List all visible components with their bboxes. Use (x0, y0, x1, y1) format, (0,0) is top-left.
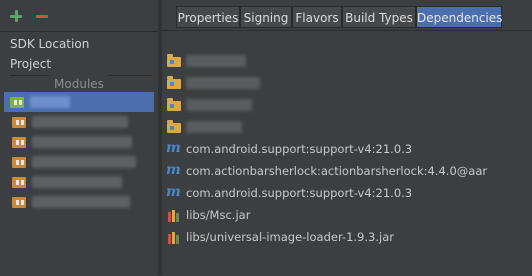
module-folder-icon (166, 75, 182, 91)
jar-icon (166, 229, 182, 245)
dependency-name (186, 99, 252, 111)
dependency-row[interactable] (166, 95, 516, 115)
tab-signing[interactable]: Signing (240, 6, 292, 28)
dependency-label: com.actionbarsherlock:actionbarsherlock:… (186, 164, 488, 178)
dependency-label: libs/universal-image-loader-1.9.3.jar (186, 230, 394, 244)
tab-build-types[interactable]: Build Types (342, 6, 416, 28)
left-toolbar (8, 8, 56, 28)
module-folder-icon (166, 97, 182, 113)
minus-icon[interactable] (34, 8, 50, 24)
module-item[interactable] (4, 92, 154, 112)
dependency-name (186, 55, 246, 67)
dependency-row[interactable]: libs/universal-image-loader-1.9.3.jar (166, 227, 516, 247)
module-folder-icon (166, 53, 182, 69)
module-item[interactable] (6, 172, 154, 192)
module-icon (12, 175, 28, 189)
dependency-row[interactable] (166, 117, 516, 137)
module-item[interactable] (6, 152, 154, 172)
module-item[interactable] (6, 192, 154, 212)
jar-icon (166, 207, 182, 223)
module-name (30, 96, 70, 108)
modules-divider-right (108, 75, 152, 76)
module-name (32, 176, 122, 188)
module-item[interactable] (6, 132, 154, 152)
tab-properties[interactable]: Properties (176, 6, 240, 28)
plus-icon[interactable] (8, 8, 24, 24)
module-name (32, 156, 136, 168)
dependencies-list: m com.android.support:support-v4:21.0.3 … (162, 30, 532, 276)
dependency-name (186, 121, 242, 133)
dependency-row[interactable]: m com.android.support:support-v4:21.0.3 (166, 183, 516, 203)
nav-item-project[interactable]: Project (10, 57, 51, 71)
left-panel: SDK Location Project Modules (0, 0, 158, 275)
dependency-row[interactable] (166, 73, 516, 93)
module-icon (12, 195, 28, 209)
dependency-label: com.android.support:support-v4:21.0.3 (186, 186, 413, 200)
module-name (32, 116, 128, 128)
dependency-row[interactable]: libs/Msc.jar (166, 205, 516, 225)
module-folder-icon (166, 119, 182, 135)
nav-item-sdk-location[interactable]: SDK Location (10, 37, 89, 51)
tab-dependencies[interactable]: Dependencies (416, 6, 502, 28)
module-icon (12, 115, 28, 129)
maven-icon: m (166, 184, 181, 200)
dependency-row[interactable] (166, 51, 516, 71)
module-icon (12, 155, 28, 169)
maven-icon: m (166, 140, 181, 156)
module-icon (10, 95, 26, 109)
module-name (32, 196, 130, 208)
dependency-name (186, 77, 260, 89)
toolbar-divider (0, 31, 158, 32)
dependency-row[interactable]: m com.android.support:support-v4:21.0.3 (166, 139, 516, 159)
modules-header: Modules (54, 77, 104, 91)
module-name (32, 136, 132, 148)
modules-divider-left (10, 75, 50, 76)
dependency-label: com.android.support:support-v4:21.0.3 (186, 142, 413, 156)
maven-icon: m (166, 162, 181, 178)
dependency-label: libs/Msc.jar (186, 208, 251, 222)
dependency-row[interactable]: m com.actionbarsherlock:actionbarsherloc… (166, 161, 516, 181)
module-item[interactable] (6, 112, 154, 132)
module-icon (12, 135, 28, 149)
tab-flavors[interactable]: Flavors (292, 6, 342, 28)
